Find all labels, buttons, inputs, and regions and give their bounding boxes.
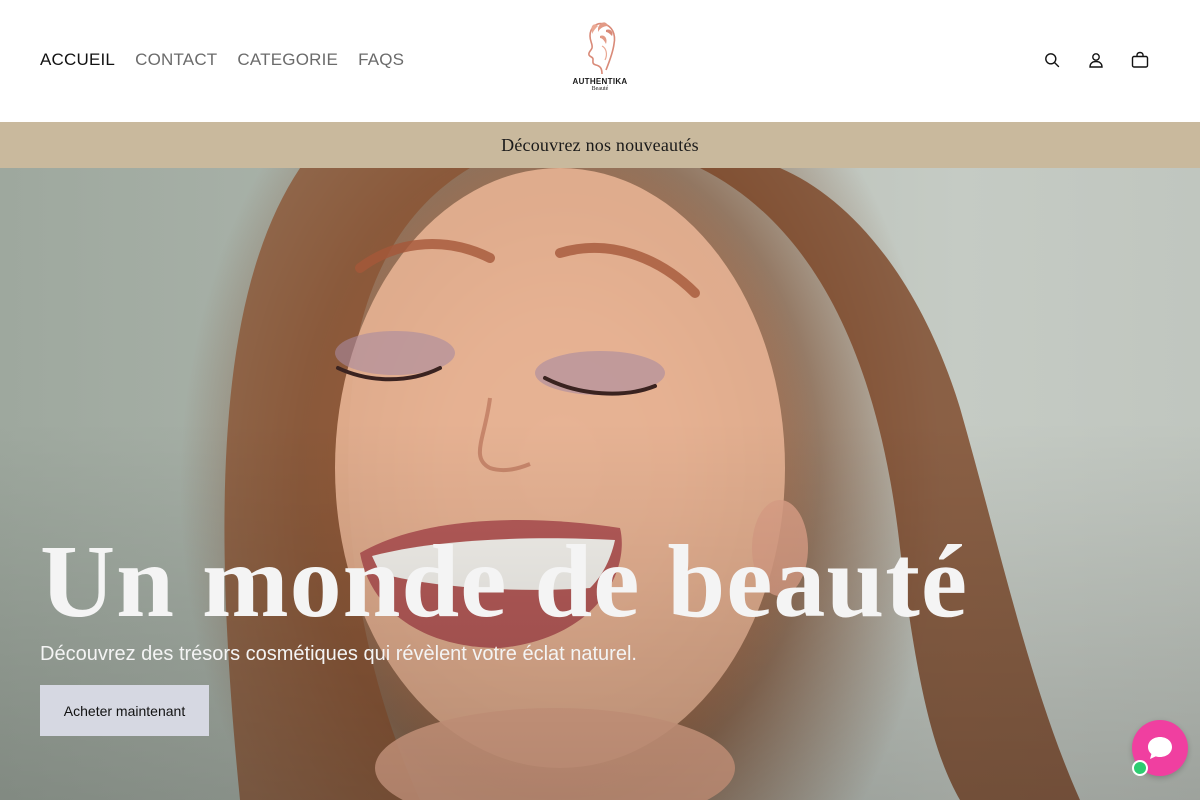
announcement-bar[interactable]: Découvrez nos nouveautés [0, 122, 1200, 168]
logo-face-icon [588, 22, 616, 75]
hero-banner: Un monde de beauté Découvrez des trésors… [0, 168, 1200, 800]
announcement-text: Découvrez nos nouveautés [501, 134, 699, 155]
main-nav: ACCUEIL CONTACT CATEGORIE FAQS [40, 50, 404, 70]
chat-bubble-icon [1148, 737, 1172, 759]
search-icon[interactable] [1042, 50, 1062, 70]
nav-link-faqs[interactable]: FAQS [358, 50, 404, 70]
hero-subtitle: Découvrez des trésors cosmétiques qui ré… [40, 643, 637, 665]
nav-link-contact[interactable]: CONTACT [135, 50, 217, 70]
nav-link-categorie[interactable]: CATEGORIE [237, 50, 338, 70]
logo-brand-text: AUTHENTIKA [572, 77, 628, 86]
brand-logo[interactable]: AUTHENTIKA Beauté [566, 18, 634, 98]
account-icon[interactable] [1086, 50, 1106, 70]
shop-now-button[interactable]: Acheter maintenant [40, 685, 209, 736]
chat-status-indicator [1132, 760, 1148, 776]
hero-title: Un monde de beauté [40, 524, 969, 639]
site-header: ACCUEIL CONTACT CATEGORIE FAQS AUTHENTIK… [0, 0, 1200, 122]
cart-icon[interactable] [1130, 50, 1150, 70]
logo-sub-text: Beauté [591, 86, 609, 92]
header-icons [1042, 50, 1150, 70]
nav-link-accueil[interactable]: ACCUEIL [40, 50, 115, 70]
